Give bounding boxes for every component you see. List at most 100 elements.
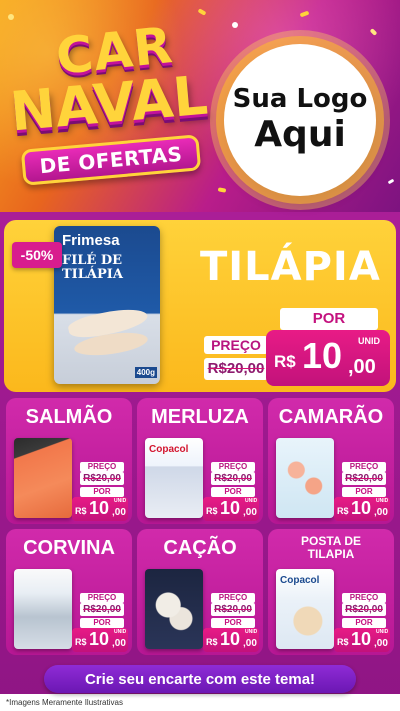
disclaimer-text: *Imagens Meramente Ilustrativas (6, 698, 123, 707)
create-flyer-cta-button[interactable]: Crie seu encarte com este tema! (44, 665, 356, 693)
price-label: PREÇO (204, 336, 268, 354)
price-decimal: ,00 (112, 507, 126, 518)
price-integer: 10 (351, 498, 372, 518)
product-card-camarao[interactable]: CAMARÃO PREÇO R$20,00 POR R$ 10 ,00 UNID (268, 398, 394, 524)
price-decimal: ,00 (374, 507, 388, 518)
confetti-decoration (217, 187, 227, 193)
currency-symbol: R$ (75, 506, 87, 516)
product-name: CORVINA (23, 537, 115, 559)
unit-label: UNID (114, 498, 127, 504)
old-price: R$20,00 (204, 358, 268, 380)
old-price: R$20,00 (342, 472, 386, 485)
product-name: CAÇÃO (163, 537, 237, 559)
price-label: PREÇO (342, 462, 386, 472)
product-image-tilapia: Frimesa FILÉ DE TILÁPIA 400g (54, 226, 160, 384)
product-image-posta-tilapia: Copacol (276, 569, 334, 649)
product-weight: 400g (134, 367, 157, 378)
price-integer: 10 (220, 629, 241, 649)
new-price-tag: R$ 10 ,00 UNID (334, 628, 390, 652)
por-label: POR (80, 618, 124, 628)
price-label: PREÇO (80, 593, 124, 603)
carnaval-logo: CAR NAVAL DE OFERTAS (6, 16, 216, 196)
product-name: SALMÃO (25, 406, 113, 428)
flyer-page: CAR NAVAL DE OFERTAS Sua Logo Aqui Frime… (0, 0, 400, 711)
product-name: POSTA DE TILAPIA (300, 534, 361, 562)
price-decimal: ,00 (243, 638, 257, 649)
price-decimal: ,00 (374, 638, 388, 649)
product-brand: Copacol (149, 444, 189, 455)
confetti-decoration (299, 10, 310, 18)
logo-word-naval: NAVAL (7, 63, 211, 144)
por-label: POR (80, 487, 124, 497)
old-price: R$20,00 (211, 472, 255, 485)
logo-subtitle: DE OFERTAS (38, 141, 184, 179)
old-price: R$20,00 (211, 603, 255, 616)
por-label: POR (342, 618, 386, 628)
price-decimal: ,00 (348, 356, 376, 378)
store-logo-line-1: Sua Logo (232, 84, 368, 115)
price-integer: 10 (302, 335, 343, 376)
confetti-decoration (232, 22, 238, 28)
confetti-decoration (387, 178, 395, 185)
product-grid: SALMÃO PREÇO R$20,00 POR R$ 10 ,00 UNID … (6, 398, 394, 658)
product-name: CAMARÃO (278, 406, 384, 428)
product-card-posta-tilapia[interactable]: POSTA DE TILAPIA Copacol PREÇO R$20,00 P… (268, 529, 394, 655)
header-banner: CAR NAVAL DE OFERTAS Sua Logo Aqui (0, 0, 400, 212)
price-label: PREÇO (342, 593, 386, 603)
unit-label: UNID (376, 629, 389, 635)
price-integer: 10 (220, 498, 241, 518)
price-integer: 10 (351, 629, 372, 649)
unit-label: UNID (114, 629, 127, 635)
product-card-salmao[interactable]: SALMÃO PREÇO R$20,00 POR R$ 10 ,00 UNID (6, 398, 132, 524)
currency-symbol: R$ (206, 506, 218, 516)
featured-title: TILÁPIA (200, 244, 381, 290)
product-image-corvina (14, 569, 72, 649)
por-label: POR (280, 308, 378, 330)
new-price-tag: R$ 10 ,00 UNID (203, 628, 259, 652)
price-decimal: ,00 (243, 507, 257, 518)
old-price: R$20,00 (80, 603, 124, 616)
unit-label: UNID (245, 498, 258, 504)
currency-symbol: R$ (206, 637, 218, 647)
price-label: PREÇO (211, 593, 255, 603)
product-name: MERLUZA (151, 406, 249, 428)
old-price: R$20,00 (342, 603, 386, 616)
unit-label: UNID (376, 498, 389, 504)
old-price-block: PREÇO R$20,00 (204, 336, 270, 384)
product-card-merluza[interactable]: MERLUZA Copacol PREÇO R$20,00 POR R$ 10 … (137, 398, 263, 524)
logo-subtitle-banner: DE OFERTAS (20, 134, 202, 186)
discount-badge: -50% (12, 242, 62, 268)
store-logo-line-2: Aqui (254, 114, 346, 156)
currency-symbol: R$ (337, 506, 349, 516)
unit-label: UNID (358, 336, 380, 346)
product-image-merluza: Copacol (145, 438, 203, 518)
product-package-name: FILÉ DE TILÁPIA (62, 253, 123, 282)
confetti-decoration (197, 8, 207, 16)
old-price: R$20,00 (80, 472, 124, 485)
new-price-tag: R$ 10 ,00 UNID (266, 330, 390, 386)
new-price-tag: R$ 10 ,00 UNID (334, 497, 390, 521)
currency-symbol: R$ (337, 637, 349, 647)
product-image-camarao (276, 438, 334, 518)
currency-symbol: R$ (274, 352, 296, 371)
product-image-salmao (14, 438, 72, 518)
product-brand: Frimesa (62, 232, 120, 249)
price-decimal: ,00 (112, 638, 126, 649)
confetti-decoration (369, 28, 378, 36)
store-logo-placeholder[interactable]: Sua Logo Aqui (224, 44, 376, 196)
product-card-corvina[interactable]: CORVINA PREÇO R$20,00 POR R$ 10 ,00 UNID (6, 529, 132, 655)
price-label: PREÇO (80, 462, 124, 472)
featured-offer[interactable]: Frimesa FILÉ DE TILÁPIA 400g -50% TILÁPI… (4, 220, 396, 392)
por-label: POR (342, 487, 386, 497)
new-price-tag: R$ 10 ,00 UNID (203, 497, 259, 521)
price-integer: 10 (89, 498, 110, 518)
product-brand: Copacol (280, 575, 320, 586)
product-card-cacao[interactable]: CAÇÃO PREÇO R$20,00 POR R$ 10 ,00 UNID (137, 529, 263, 655)
new-price-tag: R$ 10 ,00 UNID (72, 628, 128, 652)
price-label: PREÇO (211, 462, 255, 472)
unit-label: UNID (245, 629, 258, 635)
product-image-cacao (145, 569, 203, 649)
currency-symbol: R$ (75, 637, 87, 647)
price-integer: 10 (89, 629, 110, 649)
por-label: POR (211, 487, 255, 497)
